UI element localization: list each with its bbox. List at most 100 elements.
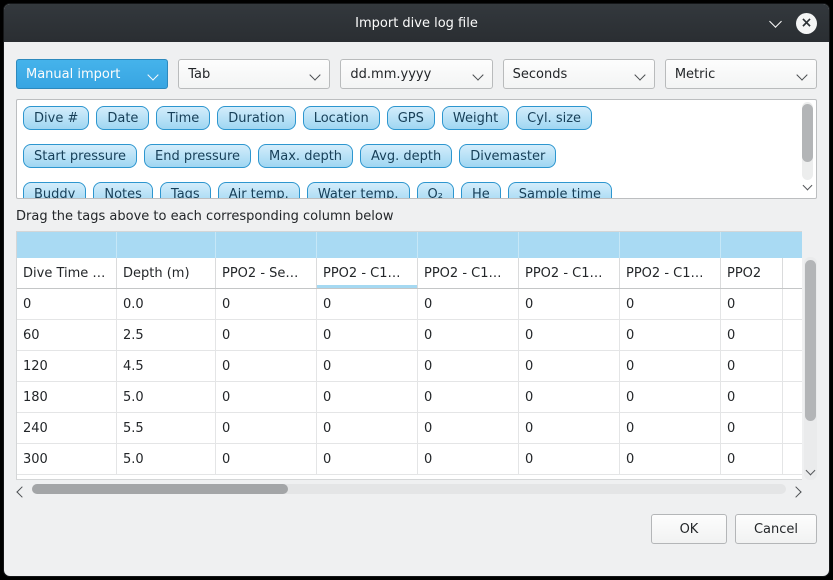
tag-dive[interactable]: Dive # — [23, 106, 89, 130]
column-drop-row — [17, 232, 802, 258]
tag-notes[interactable]: Notes — [93, 182, 153, 199]
chevron-down-icon — [148, 69, 159, 80]
column-header[interactable]: PPO2 — [721, 258, 783, 288]
table-cell: 0 — [519, 351, 620, 381]
table-cell: 300 — [17, 444, 117, 474]
duration-format-select[interactable]: Seconds — [503, 59, 655, 89]
column-drop-target[interactable] — [17, 232, 117, 258]
tag-weight[interactable]: Weight — [442, 106, 509, 130]
column-drop-target[interactable] — [216, 232, 317, 258]
tag-location[interactable]: Location — [303, 106, 380, 130]
column-drop-target[interactable] — [721, 232, 802, 258]
table-cell: 0 — [17, 289, 117, 319]
table-cell: 0 — [216, 413, 317, 443]
table-cell: 120 — [17, 351, 117, 381]
tag-gps[interactable]: GPS — [387, 106, 435, 130]
ok-button[interactable]: OK — [651, 514, 727, 544]
titlebar-controls: × — [771, 4, 817, 42]
tag-buddy[interactable]: Buddy — [23, 182, 86, 199]
table-cell: 0 — [620, 444, 721, 474]
scrollbar-thumb[interactable] — [805, 260, 816, 421]
tag-start-pressure[interactable]: Start pressure — [23, 144, 137, 168]
tag-tags[interactable]: Tags — [160, 182, 211, 199]
column-drop-target[interactable] — [317, 232, 418, 258]
table-cell: 180 — [17, 382, 117, 412]
table-cell: 0 — [620, 320, 721, 350]
table-row: 1204.5000000 — [17, 351, 802, 382]
titlebar[interactable]: Import dive log file × — [4, 4, 829, 42]
table-cell: 0 — [216, 382, 317, 412]
scrollbar-track[interactable] — [32, 484, 786, 494]
table-cell: 5.0 — [117, 444, 216, 474]
table-cell: 0 — [216, 351, 317, 381]
chevron-down-icon — [796, 69, 807, 80]
duration-format-value: Seconds — [513, 67, 568, 82]
units-select[interactable]: Metric — [665, 59, 817, 89]
table-cell: 5.0 — [117, 382, 216, 412]
tag-air-temp[interactable]: Air temp. — [218, 182, 300, 199]
column-drop-target[interactable] — [620, 232, 721, 258]
tag-he[interactable]: He — [461, 182, 501, 199]
chevron-right-icon — [790, 486, 801, 497]
table-cell: 0 — [519, 413, 620, 443]
column-drop-target[interactable] — [418, 232, 519, 258]
table-horizontal-scrollbar[interactable] — [16, 482, 802, 497]
table-cell: 0 — [519, 289, 620, 319]
column-header[interactable]: PPO2 - C1… — [317, 258, 418, 288]
tag-end-pressure[interactable]: End pressure — [144, 144, 251, 168]
chevron-down-icon — [806, 466, 816, 476]
tag-divemaster[interactable]: Divemaster — [459, 144, 556, 168]
scrollbar-thumb[interactable] — [802, 104, 813, 162]
column-header[interactable]: PPO2 - C1… — [418, 258, 519, 288]
table-cell: 0 — [519, 320, 620, 350]
table-cell: 0 — [721, 413, 783, 443]
tag-water-temp[interactable]: Water temp. — [307, 182, 410, 199]
tag-avg-depth[interactable]: Avg. depth — [360, 144, 452, 168]
tag-time[interactable]: Time — [156, 106, 210, 130]
scrollbar-thumb[interactable] — [32, 484, 288, 494]
table-cell: 0 — [216, 444, 317, 474]
chevron-down-icon — [769, 15, 782, 28]
chevron-down-icon — [310, 69, 321, 80]
column-header[interactable]: PPO2 - Se… — [216, 258, 317, 288]
date-format-select[interactable]: dd.mm.yyyy — [340, 59, 492, 89]
scroll-down-button[interactable] — [807, 463, 814, 478]
import-mode-select[interactable]: Manual import — [16, 59, 168, 89]
shade-button[interactable] — [771, 21, 780, 26]
cancel-button[interactable]: Cancel — [735, 514, 817, 544]
column-header[interactable]: Depth (m) — [117, 258, 216, 288]
table-cell: 0 — [216, 320, 317, 350]
table-cell: 0.0 — [117, 289, 216, 319]
column-drop-target[interactable] — [117, 232, 216, 258]
column-header[interactable]: PPO2 - C1… — [620, 258, 721, 288]
scroll-down-button[interactable] — [804, 178, 811, 193]
table-cell: 240 — [17, 413, 117, 443]
scroll-left-button[interactable] — [18, 485, 26, 500]
column-header[interactable]: PPO2 - C1… — [519, 258, 620, 288]
tag-duration[interactable]: Duration — [217, 106, 295, 130]
table-cell: 0 — [620, 413, 721, 443]
table-cell: 0 — [317, 382, 418, 412]
tag-sample-time[interactable]: Sample time — [508, 182, 612, 199]
column-header-row: Dive Time …Depth (m)PPO2 - Se…PPO2 - C1…… — [17, 258, 802, 289]
table-cell: 0 — [418, 320, 519, 350]
tag-max-depth[interactable]: Max. depth — [258, 144, 353, 168]
table-vertical-scrollbar[interactable] — [804, 257, 817, 480]
scroll-right-button[interactable] — [792, 485, 800, 500]
column-drop-target[interactable] — [519, 232, 620, 258]
table-cell: 0 — [519, 382, 620, 412]
import-options-row: Manual import Tab dd.mm.yyyy Seconds Met… — [16, 59, 817, 89]
column-header[interactable]: Dive Time … — [17, 258, 117, 288]
table-cell: 0 — [721, 382, 783, 412]
tagbox-scrollbar[interactable] — [801, 102, 814, 196]
tag-cyl-size[interactable]: Cyl. size — [516, 106, 592, 130]
tag-o[interactable]: O₂ — [417, 182, 454, 199]
close-button[interactable]: × — [796, 13, 817, 34]
table-cell: 0 — [418, 289, 519, 319]
field-separator-select[interactable]: Tab — [178, 59, 330, 89]
table-row: 3005.0000000 — [17, 444, 802, 475]
table-row: 1805.0000000 — [17, 382, 802, 413]
tag-date[interactable]: Date — [96, 106, 149, 130]
table-body: 00.0000000602.50000001204.50000001805.00… — [17, 289, 802, 475]
table-cell: 0 — [317, 444, 418, 474]
